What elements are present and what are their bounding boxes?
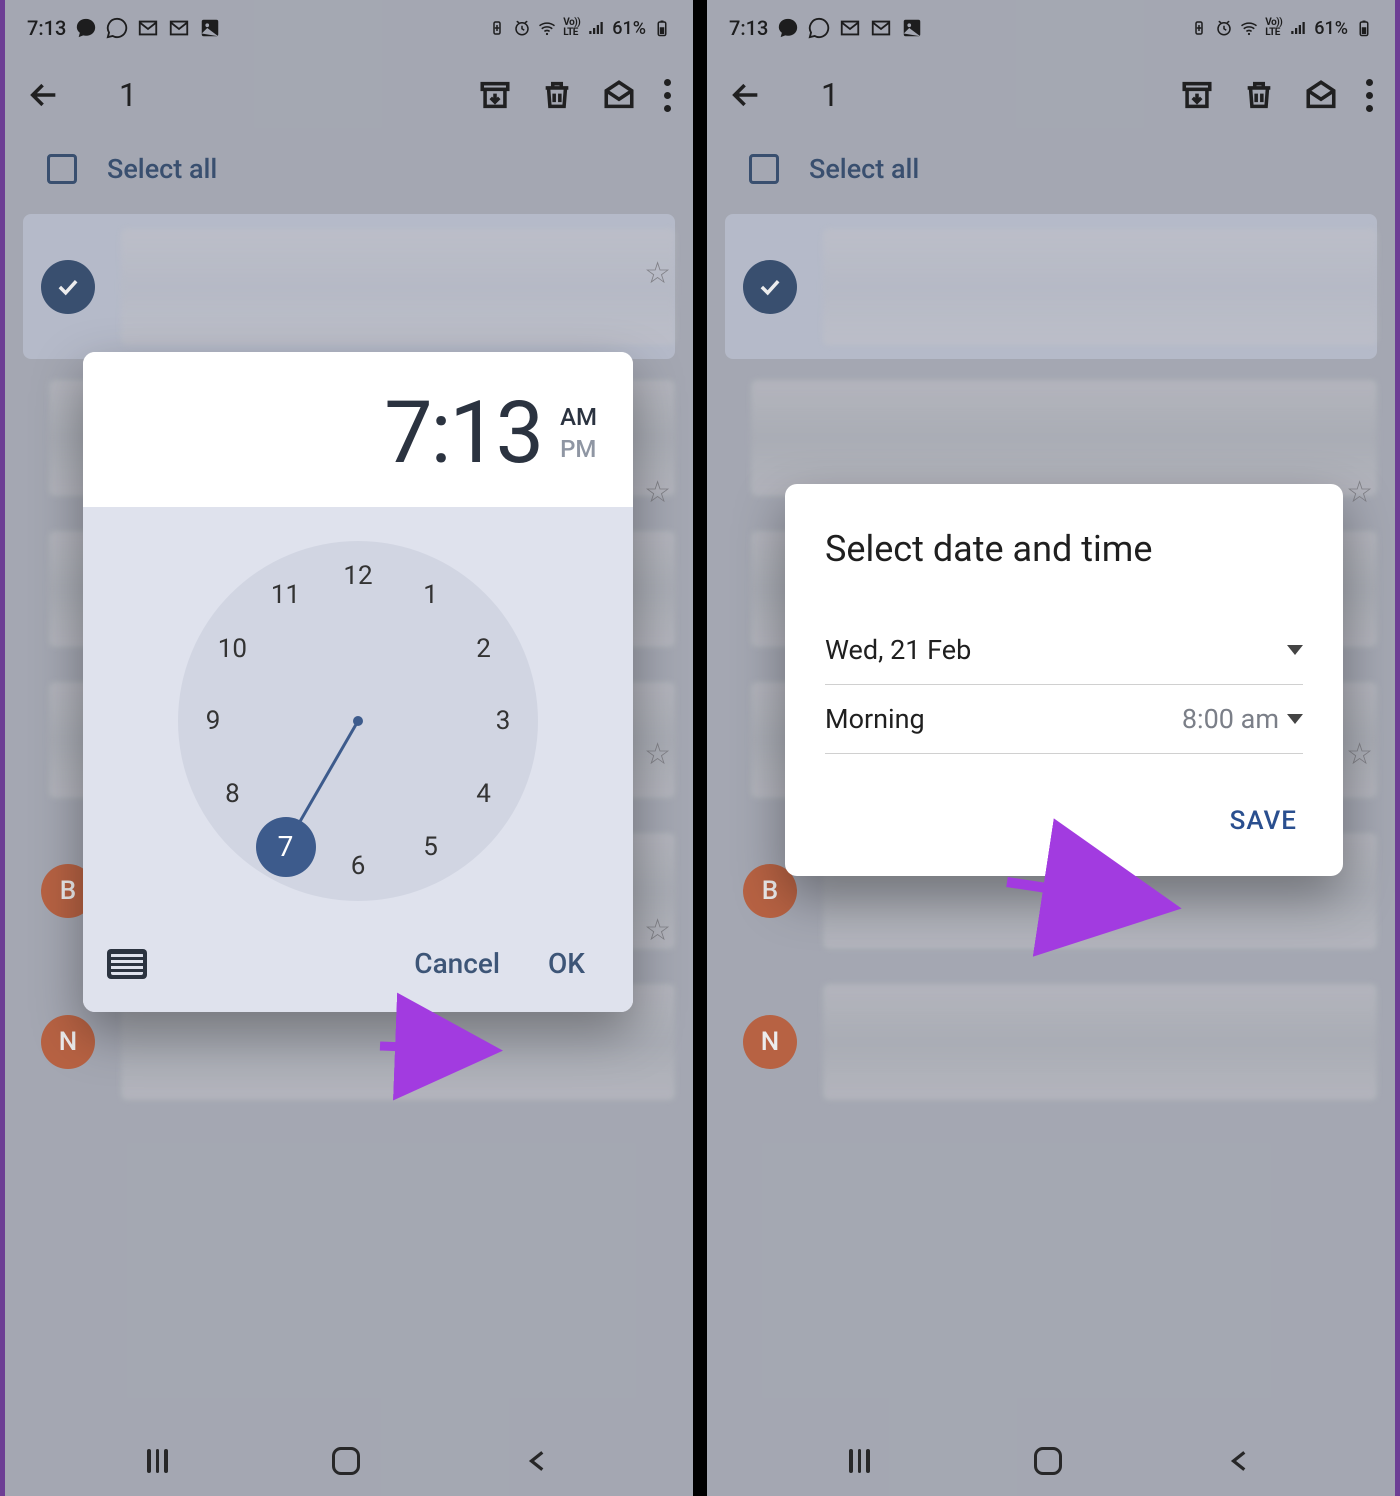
date-row[interactable]: Wed, 21 Feb [825,616,1303,685]
chevron-down-icon [1287,714,1303,724]
pm-toggle[interactable]: PM [560,435,597,463]
phone-screenshot-right: 7:13 Vo))LTE 61% 1 [707,0,1395,1496]
clock-number[interactable]: 2 [461,626,507,672]
clock-number[interactable]: 1 [408,572,454,618]
clock-number[interactable]: 10 [209,626,255,672]
clock-face[interactable]: 12 12 3 45678 9 1011 [178,541,538,901]
period-time: 8:00 am [1182,703,1279,735]
time-display: 7:13 AM PM [83,352,633,507]
chevron-down-icon [1287,645,1303,655]
clock-number[interactable]: 8 [209,771,255,817]
phone-screenshot-left: 7:13 Vo))LTE 61% 1 [5,0,693,1496]
period-label: Morning [825,703,925,735]
clock-number[interactable]: 11 [263,572,309,618]
save-button[interactable]: SAVE [1224,796,1303,846]
time-row[interactable]: Morning 8:00 am [825,685,1303,754]
time-picker-dialog: 7:13 AM PM 121234567891011 Cancel OK [83,352,633,1012]
keyboard-input-icon[interactable] [107,949,147,979]
clock-number[interactable]: 6 [335,843,381,889]
clock-number[interactable]: 5 [408,824,454,870]
clock-number[interactable]: 3 [480,698,526,744]
cancel-button[interactable]: Cancel [390,939,524,988]
date-time-sheet: Select date and time Wed, 21 Feb Morning… [785,484,1343,876]
clock-number[interactable]: 9 [190,698,236,744]
clock-number[interactable]: 12 [335,553,381,599]
clock-number[interactable]: 4 [461,771,507,817]
time-sep: : [431,382,450,483]
time-hour[interactable]: 7 [384,382,430,483]
am-toggle[interactable]: AM [560,403,597,431]
ok-button[interactable]: OK [524,939,609,988]
time-minute[interactable]: 13 [449,382,542,483]
sheet-title: Select date and time [825,528,1303,570]
date-label: Wed, 21 Feb [825,634,971,666]
clock-selected-number[interactable]: 7 [256,817,316,877]
